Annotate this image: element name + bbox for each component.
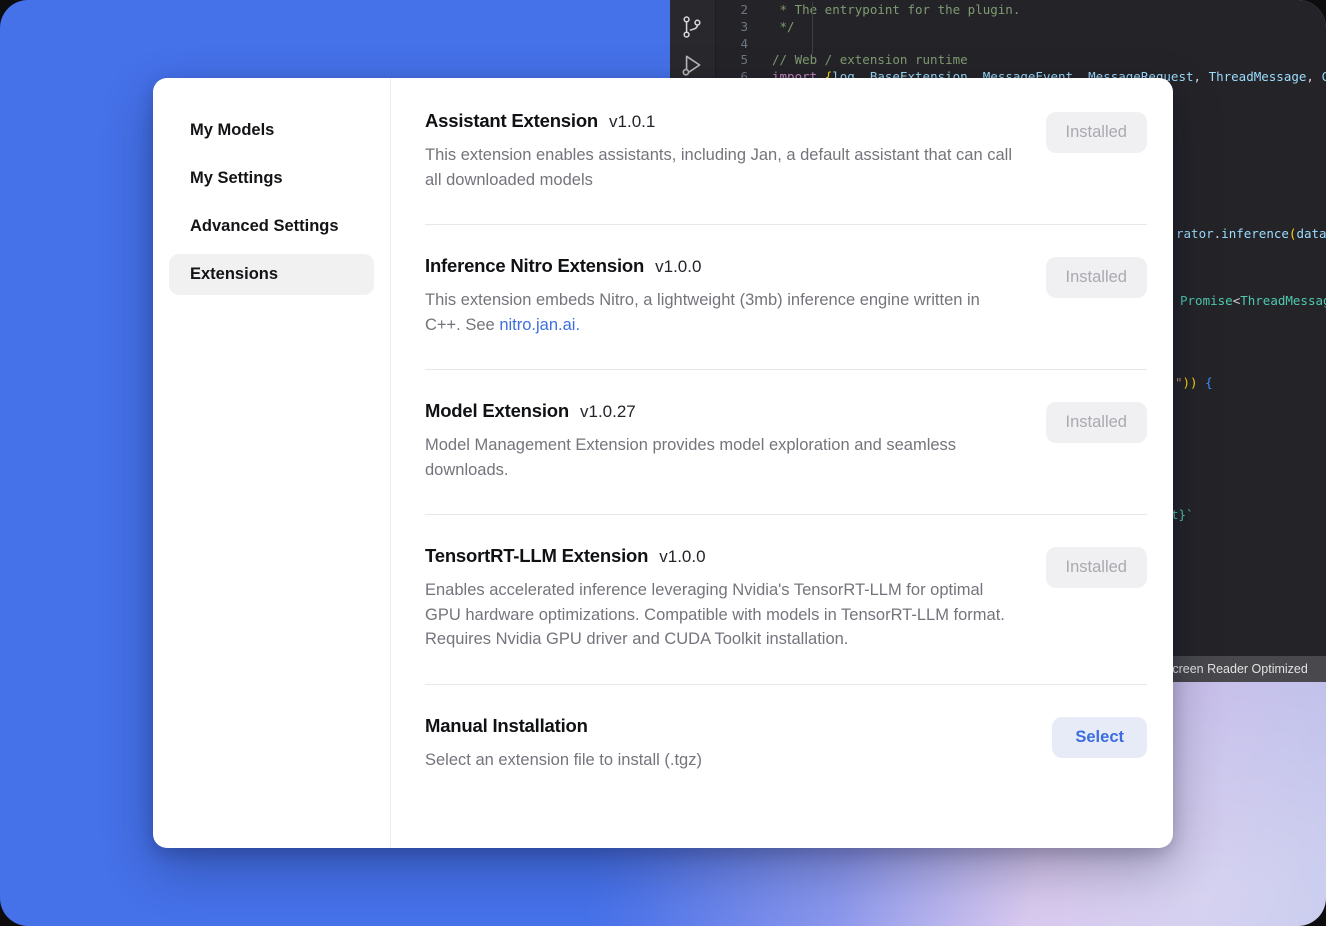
extension-description: This extension enables assistants, inclu… [425,143,1013,192]
extension-name: TensortRT-LLM Extension [425,545,648,567]
settings-modal: My Models My Settings Advanced Settings … [153,78,1173,848]
line-number: 5 [716,52,748,69]
select-file-button[interactable]: Select [1052,717,1147,758]
extension-item-model: Model Extension v1.0.27 Model Management… [425,370,1147,515]
installed-button[interactable]: Installed [1046,112,1147,153]
sidebar-item-advanced-settings[interactable]: Advanced Settings [169,206,374,247]
settings-sidebar: My Models My Settings Advanced Settings … [153,78,391,848]
extension-description: Enables accelerated inference leveraging… [425,578,1013,652]
installed-button[interactable]: Installed [1046,547,1147,588]
extension-item-inference-nitro: Inference Nitro Extension v1.0.0 This ex… [425,225,1147,370]
installed-button[interactable]: Installed [1046,257,1147,298]
sidebar-item-my-settings[interactable]: My Settings [169,158,374,199]
extension-version: v1.0.0 [659,547,705,567]
extension-description: This extension embeds Nitro, a lightweig… [425,288,1013,337]
extension-description: Select an extension file to install (.tg… [425,748,702,773]
extension-description: Model Management Extension provides mode… [425,433,1013,482]
indent-guide [812,2,813,54]
code-fragment: ")) { [1175,375,1213,390]
code-fragment: Promise<ThreadMessage> [1180,293,1326,308]
nitro-jan-ai-link[interactable]: nitro.jan.ai. [499,316,580,334]
extension-version: v1.0.1 [609,112,655,132]
extension-item-assistant: Assistant Extension v1.0.1 This extensio… [425,78,1147,225]
screen-reader-status-item[interactable]: Screen Reader Optimized [1152,656,1326,682]
code-line: 2 * The entrypoint for the plugin. [716,2,1326,19]
code-text: */ [772,19,795,36]
extension-name: Assistant Extension [425,110,598,132]
extension-name: Inference Nitro Extension [425,255,644,277]
extensions-list: Assistant Extension v1.0.1 This extensio… [391,78,1173,848]
line-number: 2 [716,2,748,19]
extension-item-manual-installation: Manual Installation Select an extension … [425,685,1147,797]
code-line: 4 [716,36,1326,53]
sidebar-item-my-models[interactable]: My Models [169,110,374,151]
extension-name: Manual Installation [425,715,588,737]
code-lines: 2 * The entrypoint for the plugin. 3 */ … [716,2,1326,86]
line-number: 3 [716,19,748,36]
code-text: * The entrypoint for the plugin. [772,2,1020,19]
extension-item-tensorrt-llm: TensortRT-LLM Extension v1.0.0 Enables a… [425,515,1147,685]
line-number: 4 [716,36,748,53]
code-line: 3 */ [716,19,1326,36]
installed-button[interactable]: Installed [1046,402,1147,443]
code-text: // Web / extension runtime [772,52,968,69]
extension-name: Model Extension [425,400,569,422]
extension-version: v1.0.27 [580,402,636,422]
extension-version: v1.0.0 [655,257,701,277]
code-line: 5 // Web / extension runtime [716,52,1326,69]
code-fragment: rator.inference(data)); [1176,226,1326,241]
source-control-icon[interactable] [679,14,705,45]
hero-background: 2 * The entrypoint for the plugin. 3 */ … [0,0,1326,926]
code-fragment: t}` [1171,507,1194,522]
sidebar-item-extensions[interactable]: Extensions [169,254,374,295]
